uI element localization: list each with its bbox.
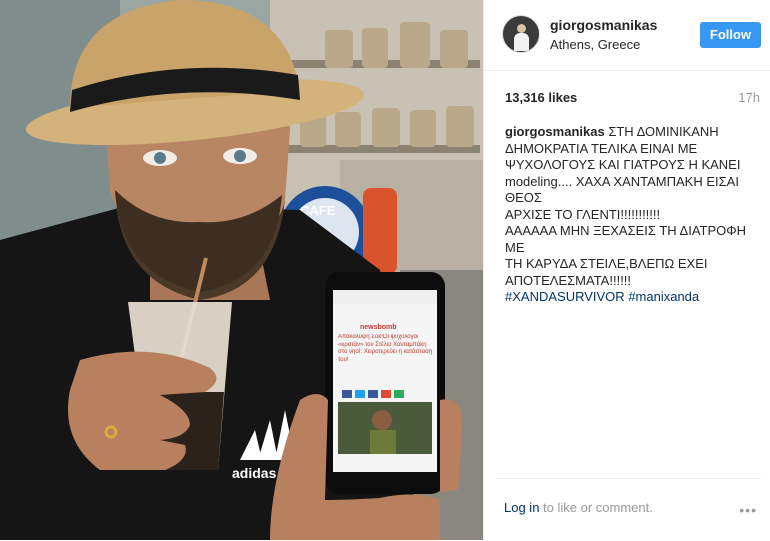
phone: newsbomb Αποκάλυψη Σοκ!Οι ψυχολόγοι «κρα… <box>325 272 445 494</box>
caption-text-7: ΤΗ ΚΑΡΥΔΑ ΣΤΕΙΛΕ,ΒΛΕΠΩ ΕΧΕΙ <box>505 256 708 271</box>
caption-hashtags: #XANDASURVIVOR #manixanda <box>505 289 757 306</box>
login-prompt: Log in to like or comment. <box>504 500 653 515</box>
username-link[interactable]: giorgosmanikas <box>550 17 657 33</box>
photo-illustration: CAFE adidas newsbomb Αποκάλυψη Σοκ!Οι ψυ… <box>0 0 483 540</box>
post-time[interactable]: 17h <box>738 90 760 105</box>
caption-text-0: ΣΤΗ ΔΟΜΙΝΙΚΑΝΗ <box>608 124 719 139</box>
caption-text-4: ΘΕΟΣ <box>505 190 542 205</box>
hashtag-link[interactable]: #XANDASURVIVOR <box>505 289 625 304</box>
avatar[interactable] <box>502 15 540 53</box>
avatar-body <box>514 33 529 51</box>
phone-headline: Αποκάλυψη Σοκ!Οι ψυχολόγοι «κρατάν» τον … <box>338 334 433 363</box>
hashtag-link[interactable]: #manixanda <box>628 289 699 304</box>
shirt-text: adidas <box>232 465 277 481</box>
instagram-post: CAFE adidas newsbomb Αποκάλυψη Σοκ!Οι ψυ… <box>0 0 770 540</box>
caption-text-8: ΑΠΟΤΕΛΕΣΜΑΤΑ!!!!!! <box>505 272 632 288</box>
post-header: giorgosmanikas Athens, Greece Follow <box>484 0 770 71</box>
login-prompt-text: to like or comment. <box>539 500 653 515</box>
caption-line-0: giorgosmanikas ΣΤΗ ΔΟΜΙΝΙΚΑΝΗ <box>505 124 757 141</box>
avatar-head <box>517 24 526 33</box>
likes-count[interactable]: 13,316 likes <box>505 90 577 105</box>
location-link[interactable]: Athens, Greece <box>550 37 640 52</box>
caption-text-1: ΔΗΜΟΚΡΑΤΙΑ ΤΕΛΙΚΑ ΕΙΝΑΙ ΜΕ <box>505 140 698 156</box>
caption-text-3: modeling.... ΧΑΧΑ ΧΑΝΤΑΜΠΑΚΗ ΕΙΣΑΙ <box>505 173 739 189</box>
post-photo: CAFE adidas newsbomb Αποκάλυψη Σοκ!Οι ψυ… <box>0 0 483 540</box>
phone-logo: newsbomb <box>360 324 397 331</box>
caption-username[interactable]: giorgosmanikas <box>505 124 605 139</box>
caption-text-5: ΑΡΧΙΣΕ ΤΟ ΓΛΕΝΤΙ!!!!!!!!!!! <box>505 206 661 222</box>
more-options-icon[interactable]: ••• <box>739 502 757 518</box>
caption-text-6: ΑΑΑΑΑΑ ΜΗΝ ΞΕΧΑΣΕΙΣ ΤΗ ΔΙΑΤΡΟΦΗ ΜΕ <box>505 223 747 255</box>
post-footer: Log in to like or comment. ••• <box>496 478 761 541</box>
post-sidebar: giorgosmanikas Athens, Greece Follow 13,… <box>483 0 770 540</box>
caption: giorgosmanikas ΣΤΗ ΔΟΜΙΝΙΚΑΝΗ ΔΗΜΟΚΡΑΤΙΑ… <box>505 124 757 306</box>
follow-button[interactable]: Follow <box>700 22 761 48</box>
login-link[interactable]: Log in <box>504 500 539 515</box>
caption-text-2: ΨΥΧΟΛΟΓΟΥΣ ΚΑΙ ΓΙΑΤΡΟΥΣ Η ΚΑΝΕΙ <box>505 157 741 172</box>
